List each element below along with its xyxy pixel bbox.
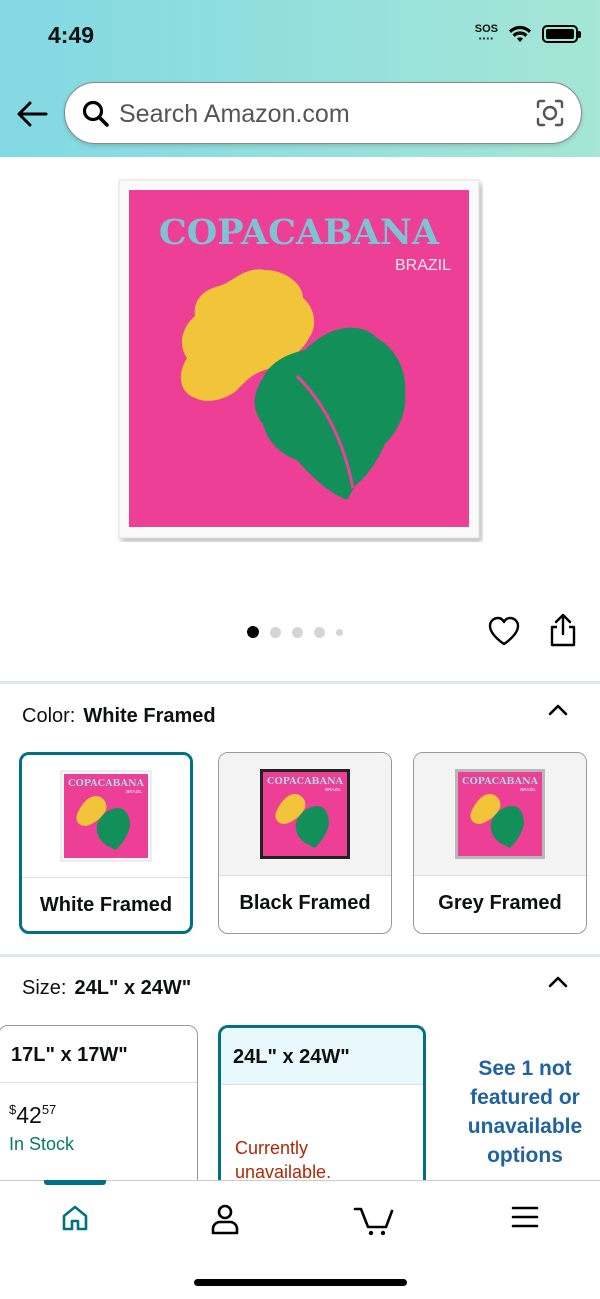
- carousel-dot[interactable]: [336, 628, 343, 636]
- camera-search-icon[interactable]: [535, 98, 565, 128]
- chevron-up-icon[interactable]: [546, 700, 570, 720]
- color-label-text: Color:: [22, 705, 76, 727]
- thumb-image: COPACABANA BRAZIL: [455, 769, 545, 859]
- color-option-white-framed[interactable]: COPACABANA BRAZIL White Framed: [19, 752, 193, 934]
- active-tab-indicator: [44, 1180, 106, 1185]
- divider: [0, 681, 600, 684]
- cart-icon[interactable]: [353, 1203, 395, 1237]
- image-carousel-dots[interactable]: [247, 626, 343, 638]
- svg-text:BRAZIL: BRAZIL: [325, 787, 341, 792]
- color-option-label: Black Framed: [239, 892, 371, 914]
- availability-in-stock: In Stock: [9, 1134, 75, 1154]
- carousel-dot[interactable]: [314, 626, 325, 638]
- home-icon[interactable]: [60, 1203, 90, 1233]
- poster-subtitle: BRAZIL: [395, 257, 451, 274]
- size-option-name: 17L" x 17W": [0, 1026, 197, 1083]
- size-option-name: 24L" x 24W": [221, 1028, 423, 1085]
- sos-label: SOS: [474, 23, 498, 35]
- battery-icon: [542, 25, 581, 43]
- color-thumb: COPACABANA BRAZIL: [22, 755, 190, 878]
- wifi-icon: [509, 25, 531, 42]
- price: $4257: [9, 1102, 57, 1128]
- svg-text:BRAZIL: BRAZIL: [126, 789, 142, 794]
- thumb-image: COPACABANA BRAZIL: [260, 769, 350, 859]
- color-option-grey-framed[interactable]: COPACABANA BRAZIL Grey Framed: [413, 752, 587, 934]
- account-icon[interactable]: [210, 1203, 240, 1235]
- color-label: Color: White Framed: [22, 705, 216, 728]
- color-option-label: White Framed: [39, 894, 173, 916]
- share-icon[interactable]: [547, 612, 579, 648]
- search-bar[interactable]: [64, 82, 582, 144]
- color-thumb: COPACABANA BRAZIL: [414, 753, 586, 876]
- size-label-text: Size:: [22, 977, 67, 999]
- poster-title: COPACABANA: [159, 212, 440, 253]
- search-icon: [82, 100, 109, 127]
- thumb-image: COPACABANA BRAZIL: [60, 770, 152, 862]
- carousel-dot[interactable]: [292, 626, 303, 638]
- status-icons: SOS ▪▪▪▪: [474, 23, 581, 44]
- color-selected-value: White Framed: [83, 705, 216, 727]
- search-input[interactable]: [119, 97, 519, 131]
- back-arrow-icon[interactable]: [14, 96, 50, 132]
- header-bar: 4:49 SOS ▪▪▪▪: [0, 0, 600, 157]
- availability-unavailable: Currently unavailable.: [235, 1138, 332, 1182]
- color-option-label: Grey Framed: [438, 892, 562, 914]
- carousel-dot[interactable]: [247, 626, 259, 638]
- color-option-black-framed[interactable]: COPACABANA BRAZIL Black Framed: [218, 752, 392, 934]
- sos-indicator: SOS ▪▪▪▪: [474, 23, 498, 44]
- status-time: 4:49: [48, 22, 95, 48]
- size-selected-value: 24L" x 24W": [74, 977, 192, 999]
- product-image[interactable]: COPACABANA BRAZIL: [115, 178, 483, 542]
- chevron-up-icon[interactable]: [546, 972, 570, 992]
- carousel-dot[interactable]: [270, 626, 281, 638]
- menu-icon[interactable]: [511, 1205, 539, 1229]
- divider: [0, 954, 600, 957]
- heart-icon[interactable]: [487, 615, 521, 649]
- size-label: Size: 24L" x 24W": [22, 977, 191, 1000]
- svg-text:BRAZIL: BRAZIL: [520, 787, 536, 792]
- color-thumb: COPACABANA BRAZIL: [219, 753, 391, 876]
- svg-text:COPACABANA: COPACABANA: [68, 778, 145, 789]
- svg-text:COPACABANA: COPACABANA: [267, 776, 344, 787]
- see-more-options-link[interactable]: See 1 not featured or unavailable option…: [455, 1054, 595, 1170]
- svg-text:COPACABANA: COPACABANA: [462, 776, 539, 787]
- home-indicator: [194, 1279, 407, 1286]
